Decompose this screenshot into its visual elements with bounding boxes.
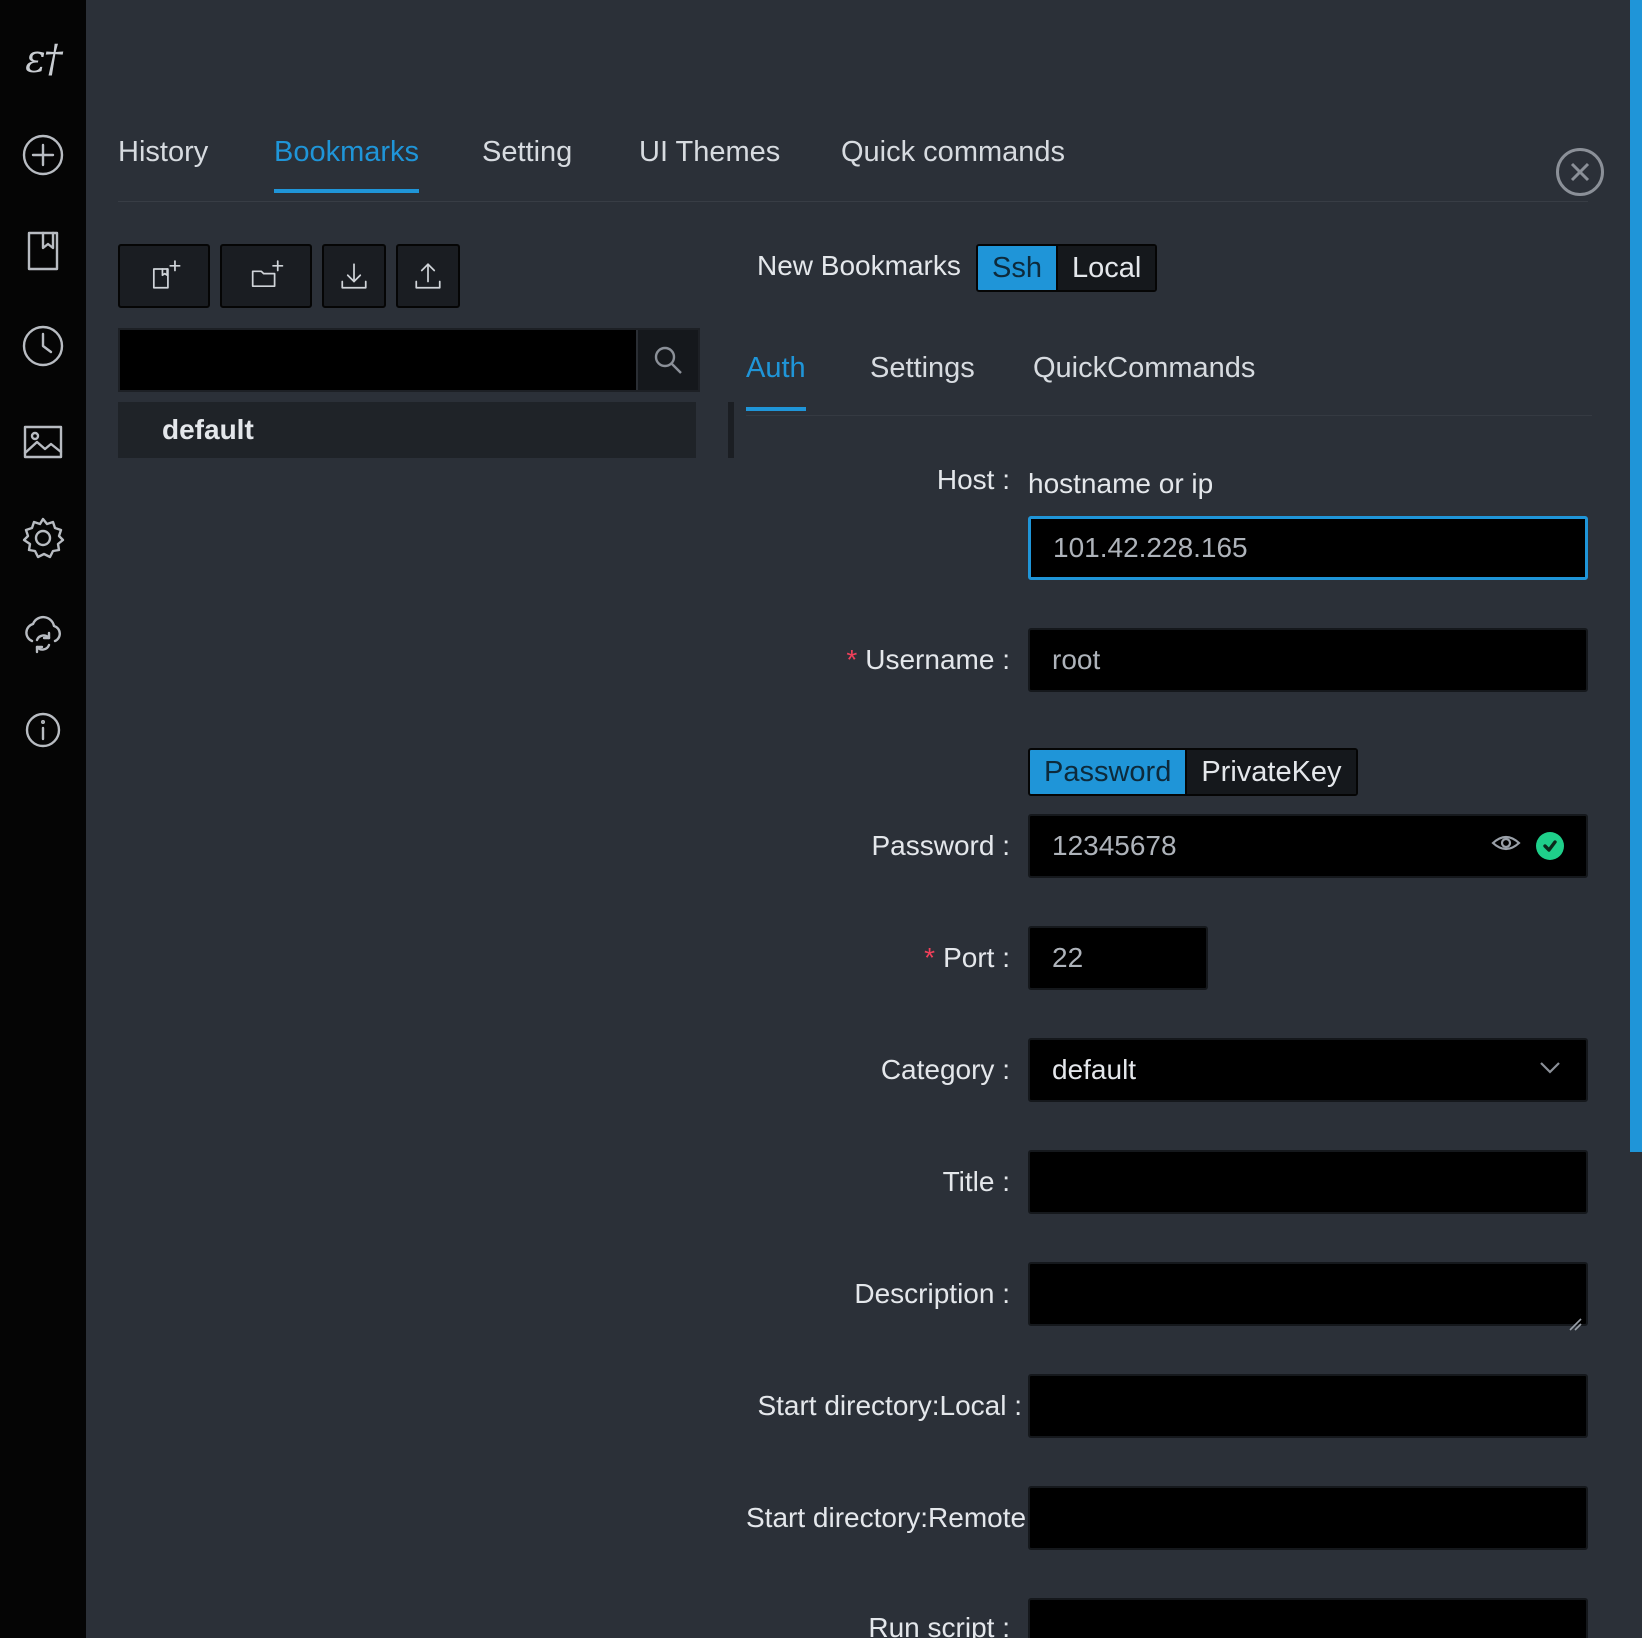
left-rail: ɛ† (0, 0, 86, 1638)
new-category-button[interactable] (220, 244, 312, 308)
panel-splitter[interactable] (728, 402, 734, 458)
scrollbar-thumb[interactable] (1630, 0, 1642, 1152)
search-icon (654, 346, 682, 374)
valid-check-icon (1536, 832, 1564, 860)
password-adornments (1490, 827, 1564, 866)
tab-history[interactable]: History (118, 136, 208, 189)
app-window: ɛ† History Bookmarks Setting UI Themes Q… (0, 0, 1642, 1638)
title-label: Title : (942, 1166, 1010, 1197)
username-input[interactable]: root (1028, 628, 1588, 692)
tab-setting[interactable]: Setting (482, 136, 572, 189)
required-marker: * (846, 644, 858, 675)
description-label: Description : (854, 1278, 1010, 1309)
start-remote-label: Start directory:Remote : (746, 1502, 1027, 1533)
host-value: 101.42.228.165 (1053, 532, 1248, 563)
search-input[interactable] (120, 330, 636, 390)
download-icon (341, 263, 367, 289)
search-button[interactable] (636, 330, 698, 390)
close-button[interactable] (1556, 148, 1604, 196)
rail-history[interactable] (18, 321, 68, 371)
start-local-input[interactable] (1028, 1374, 1588, 1438)
eye-icon (1491, 835, 1521, 850)
auth-password-option[interactable]: Password (1030, 750, 1186, 794)
bookmark-search (118, 328, 700, 392)
page-scrollbar[interactable] (1630, 0, 1642, 1638)
description-textarea[interactable] (1028, 1262, 1588, 1331)
logo-text: ɛ† (25, 37, 62, 81)
form-sub-tabs: Auth Settings QuickCommands (746, 348, 1592, 416)
rail-about[interactable] (18, 705, 68, 755)
new-bookmark-icon (152, 260, 181, 289)
tab-bookmarks[interactable]: Bookmarks (274, 136, 420, 193)
type-ssh-option[interactable]: Ssh (978, 246, 1056, 290)
info-icon (25, 712, 61, 748)
category-label: default (162, 414, 254, 445)
subtab-quickcommands[interactable]: QuickCommands (1033, 352, 1255, 407)
rail-new-tab[interactable] (18, 130, 68, 180)
password-input[interactable]: 12345678 (1028, 814, 1588, 878)
host-hint: hostname or ip (1028, 468, 1214, 499)
resize-grip-icon[interactable] (1568, 1306, 1582, 1331)
new-folder-icon (251, 260, 284, 288)
import-button[interactable] (322, 244, 386, 308)
rail-bookmarks[interactable] (18, 226, 68, 276)
gear-icon (22, 517, 65, 559)
panel-title: New Bookmarks (757, 250, 961, 281)
port-input[interactable]: 22 (1028, 926, 1208, 990)
image-icon (23, 425, 63, 459)
port-value: 22 (1052, 942, 1084, 973)
app-logo: ɛ† (18, 34, 68, 84)
bookmark-icon (27, 231, 59, 271)
category-item-default[interactable]: default (118, 402, 696, 458)
category-value: default (1052, 1054, 1137, 1085)
export-button[interactable] (396, 244, 460, 308)
cloud-sync-icon (25, 615, 61, 654)
new-bookmark-button[interactable] (118, 244, 210, 308)
port-label: * Port : (924, 942, 1010, 973)
tab-ui-themes[interactable]: UI Themes (639, 136, 780, 189)
chevron-down-icon (1536, 1053, 1564, 1088)
required-marker: * (924, 942, 936, 973)
title-input[interactable] (1028, 1150, 1588, 1214)
password-label: Password : (871, 830, 1011, 861)
close-icon (1570, 162, 1590, 182)
host-input[interactable]: 101.42.228.165 (1028, 516, 1588, 580)
category-select[interactable]: default (1028, 1038, 1588, 1102)
subtab-auth[interactable]: Auth (746, 352, 806, 411)
tab-quick-commands[interactable]: Quick commands (841, 136, 1065, 189)
username-label: * Username : (846, 644, 1010, 675)
run-script-input[interactable] (1028, 1598, 1588, 1638)
clock-icon (22, 325, 64, 367)
rail-sync[interactable] (18, 609, 68, 659)
toggle-visibility-button[interactable] (1490, 827, 1522, 866)
username-value: root (1052, 644, 1101, 675)
upload-icon (415, 263, 441, 289)
category-label: Category : (880, 1054, 1010, 1085)
type-local-option[interactable]: Local (1055, 246, 1156, 290)
bookmark-type-toggle: Ssh Local (976, 244, 1158, 292)
host-label: Host : (936, 464, 1010, 495)
run-script-label: Run script : (868, 1612, 1010, 1638)
top-tab-bar: History Bookmarks Setting UI Themes Quic… (118, 120, 1588, 202)
subtab-settings[interactable]: Settings (870, 352, 975, 407)
password-value: 12345678 (1052, 830, 1177, 861)
plus-circle-icon (22, 134, 64, 176)
start-remote-input[interactable] (1028, 1486, 1588, 1550)
auth-privatekey-option[interactable]: PrivateKey (1185, 750, 1356, 794)
auth-mode-toggle: Password PrivateKey (1028, 748, 1358, 796)
rail-settings[interactable] (18, 513, 68, 563)
start-local-label: Start directory:Local : (757, 1390, 1022, 1421)
rail-themes[interactable] (18, 417, 68, 467)
